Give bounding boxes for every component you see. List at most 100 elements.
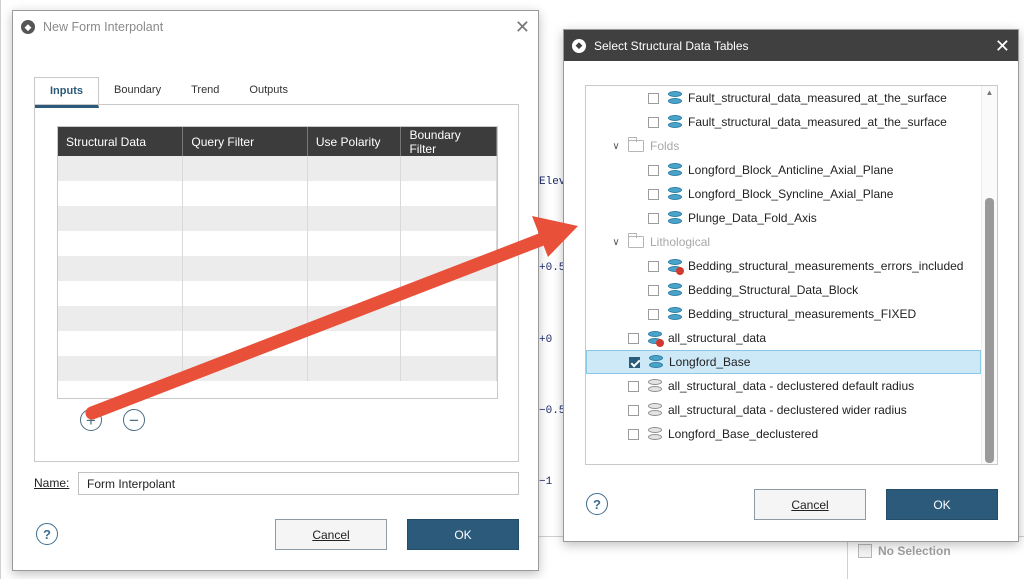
checkbox[interactable] [648, 164, 659, 176]
table-cell[interactable] [183, 231, 308, 256]
table-cell[interactable] [401, 206, 497, 231]
remove-button[interactable]: − [123, 409, 145, 431]
checkbox[interactable] [629, 356, 640, 368]
table-row[interactable] [58, 256, 497, 281]
table-row[interactable] [58, 356, 497, 381]
table-cell[interactable] [401, 356, 497, 381]
checkbox[interactable] [648, 212, 659, 224]
table-cell[interactable] [58, 156, 184, 181]
checkbox[interactable] [648, 116, 659, 128]
tree-item[interactable]: all_structural_data - declustered wider … [586, 398, 981, 422]
table-row[interactable] [58, 331, 497, 356]
checkbox[interactable] [648, 188, 659, 200]
table-cell[interactable] [58, 181, 184, 206]
tree-item[interactable]: Longford_Block_Anticline_Axial_Plane [586, 158, 981, 182]
checkbox[interactable] [628, 428, 639, 440]
table-cell[interactable] [308, 156, 402, 181]
table-cell[interactable] [183, 356, 308, 381]
table-cell[interactable] [58, 231, 184, 256]
tree-item[interactable]: all_structural_data - declustered defaul… [586, 374, 981, 398]
selection-icon [858, 544, 872, 558]
tree-item-label: Bedding_Structural_Data_Block [688, 283, 859, 297]
table-row[interactable] [58, 156, 497, 181]
chevron-down-icon[interactable]: ∨ [610, 237, 622, 248]
checkbox[interactable] [628, 332, 639, 344]
chevron-down-icon[interactable]: ∨ [610, 141, 622, 152]
table-cell[interactable] [401, 331, 497, 356]
table-row[interactable] [58, 281, 497, 306]
scrollbar[interactable]: ▲ [981, 86, 997, 464]
cancel-button[interactable]: Cancel [754, 489, 866, 520]
inputs-table: Structural Data Query Filter Use Polarit… [57, 126, 498, 399]
table-body [58, 156, 497, 381]
table-cell[interactable] [183, 256, 308, 281]
table-cell[interactable] [58, 281, 184, 306]
table-cell[interactable] [58, 331, 184, 356]
scroll-up-icon[interactable]: ▲ [985, 88, 994, 97]
table-cell[interactable] [401, 256, 497, 281]
axis-label-pos-half: +0.5 [539, 262, 566, 274]
cancel-button[interactable]: Cancel [275, 519, 387, 550]
ok-button[interactable]: OK [407, 519, 519, 550]
table-cell[interactable] [308, 281, 402, 306]
table-cell[interactable] [401, 231, 497, 256]
table-cell[interactable] [308, 181, 402, 206]
table-cell[interactable] [58, 306, 184, 331]
tree-item[interactable]: Longford_Base [586, 350, 981, 374]
tree-item[interactable]: Plunge_Data_Fold_Axis [586, 206, 981, 230]
table-cell[interactable] [308, 206, 402, 231]
tree-item-label: Longford_Base [669, 355, 751, 369]
checkbox[interactable] [628, 404, 639, 416]
column-header-boundary-filter[interactable]: Boundary Filter [401, 127, 497, 156]
tree-item[interactable]: Fault_structural_data_measured_at_the_su… [586, 86, 981, 110]
tree-item[interactable]: Longford_Block_Syncline_Axial_Plane [586, 182, 981, 206]
table-cell[interactable] [183, 306, 308, 331]
table-cell[interactable] [308, 256, 402, 281]
table-cell[interactable] [58, 256, 184, 281]
table-cell[interactable] [308, 356, 402, 381]
table-cell[interactable] [183, 331, 308, 356]
table-cell[interactable] [58, 206, 184, 231]
table-cell[interactable] [58, 356, 184, 381]
ok-button[interactable]: OK [886, 489, 998, 520]
checkbox[interactable] [648, 308, 659, 320]
table-cell[interactable] [308, 306, 402, 331]
table-cell[interactable] [401, 181, 497, 206]
close-icon[interactable]: ✕ [515, 18, 530, 36]
table-cell[interactable] [308, 231, 402, 256]
tree-item[interactable]: Longford_Base_declustered [586, 422, 981, 446]
table-cell[interactable] [183, 281, 308, 306]
tree-item[interactable]: Bedding_structural_measurements_errors_i… [586, 254, 981, 278]
table-row[interactable] [58, 181, 497, 206]
checkbox[interactable] [628, 380, 639, 392]
tree-item[interactable]: Bedding_Structural_Data_Block [586, 278, 981, 302]
tree-folder[interactable]: ∨ Folds [586, 134, 981, 158]
tree-item[interactable]: Fault_structural_data_measured_at_the_su… [586, 110, 981, 134]
column-header-use-polarity[interactable]: Use Polarity [308, 127, 402, 156]
checkbox[interactable] [648, 260, 659, 272]
name-field[interactable]: Form Interpolant [78, 472, 519, 495]
table-cell[interactable] [308, 331, 402, 356]
close-icon[interactable]: ✕ [995, 37, 1010, 55]
column-header-structural-data[interactable]: Structural Data [58, 127, 184, 156]
tree-item[interactable]: Bedding_structural_measurements_FIXED [586, 302, 981, 326]
table-row[interactable] [58, 206, 497, 231]
help-icon[interactable]: ? [36, 523, 58, 545]
column-header-query-filter[interactable]: Query Filter [183, 127, 308, 156]
checkbox[interactable] [648, 284, 659, 296]
help-icon[interactable]: ? [586, 493, 608, 515]
table-cell[interactable] [183, 156, 308, 181]
scrollbar-thumb[interactable] [985, 198, 994, 463]
tree-item[interactable]: all_structural_data [586, 326, 981, 350]
table-row[interactable] [58, 231, 497, 256]
tree-folder[interactable]: ∨ Lithological [586, 230, 981, 254]
folder-icon [628, 137, 644, 152]
table-cell[interactable] [183, 181, 308, 206]
checkbox[interactable] [648, 92, 659, 104]
table-cell[interactable] [401, 281, 497, 306]
table-cell[interactable] [401, 306, 497, 331]
table-cell[interactable] [401, 156, 497, 181]
add-button[interactable]: + [80, 409, 102, 431]
table-row[interactable] [58, 306, 497, 331]
table-cell[interactable] [183, 206, 308, 231]
